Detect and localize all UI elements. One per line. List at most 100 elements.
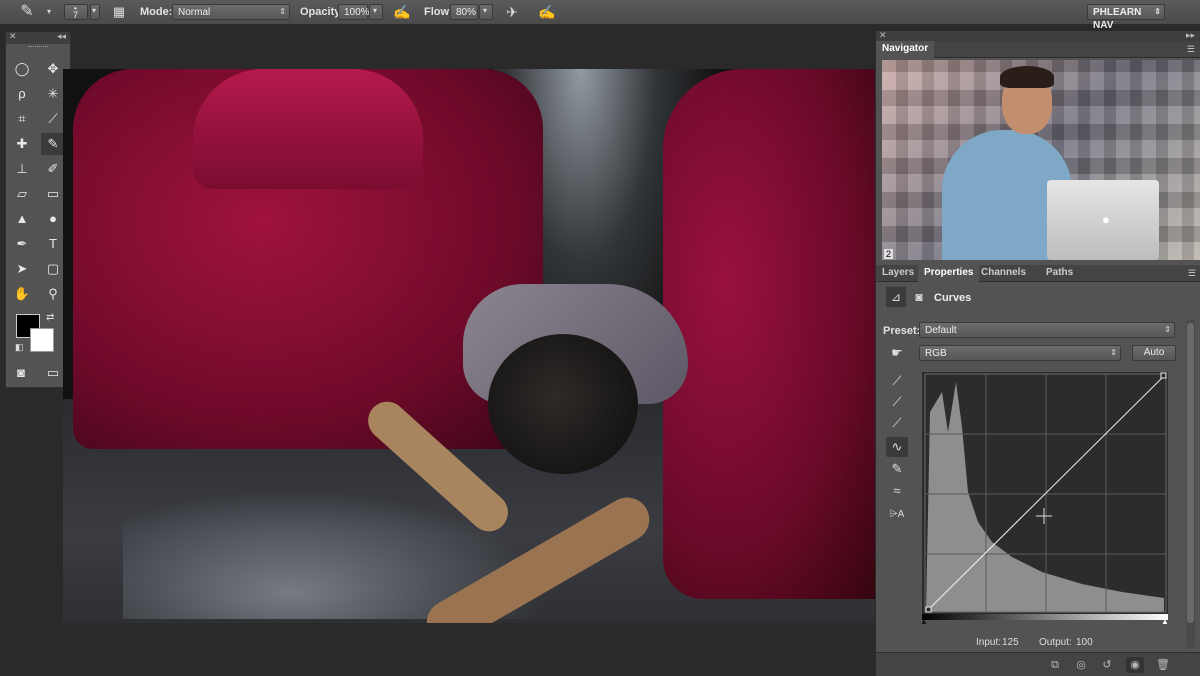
tab-navigator[interactable]: Navigator: [876, 41, 935, 58]
default-colors-icon[interactable]: ◧: [15, 342, 24, 353]
tools-panel-header: ✕ ◂◂: [6, 31, 70, 44]
properties-scrollbar[interactable]: [1186, 319, 1195, 649]
preset-label: Preset:: [883, 325, 921, 337]
curves-adjustment-icon[interactable]: ⊿: [886, 287, 906, 307]
view-previous-icon[interactable]: ◎: [1072, 657, 1090, 673]
brush-preset-icon[interactable]: ✎: [18, 3, 36, 21]
clone-stamp-tool-icon[interactable]: ⊥: [10, 158, 34, 180]
input-label: Input:: [976, 637, 1002, 648]
output-label: Output:: [1039, 637, 1072, 648]
mode-label: Mode:: [140, 6, 173, 18]
curve-edit-points-icon[interactable]: ∿: [886, 437, 908, 457]
swap-colors-icon[interactable]: ⇄: [46, 312, 54, 323]
rectangle-tool-icon[interactable]: ▢: [41, 258, 65, 280]
lasso-tool-icon[interactable]: ρ: [10, 83, 34, 105]
updown-arrows-icon: ⇕: [1154, 7, 1161, 16]
curves-title: Curves: [934, 292, 972, 304]
tab-properties[interactable]: Properties: [918, 265, 980, 282]
panel-grip[interactable]: [28, 46, 48, 48]
workspace-switcher[interactable]: PHLEARN NAV ⇕: [1087, 4, 1165, 31]
smooth-curve-icon[interactable]: ≈: [886, 481, 908, 501]
brush-size-value: 7: [73, 10, 79, 20]
chevron-down-icon[interactable]: ▾: [40, 3, 58, 21]
scrollbar-thumb[interactable]: [1187, 323, 1194, 623]
blur-tool-icon[interactable]: ▲: [10, 208, 34, 230]
black-slider-handle[interactable]: ▲: [920, 617, 928, 626]
crop-tool-icon[interactable]: ⌗: [10, 108, 34, 130]
white-slider-handle[interactable]: ▲: [1161, 617, 1169, 626]
quick-mask-icon[interactable]: ◙: [9, 362, 33, 384]
dodge-tool-icon[interactable]: ●: [41, 208, 65, 230]
pen-tool-icon[interactable]: ✒: [10, 233, 34, 255]
elliptical-marquee-tool-icon[interactable]: ◯: [10, 58, 34, 80]
clipping-warning-icon[interactable]: ⩥A: [886, 505, 908, 525]
brush-size-picker[interactable]: • 7: [64, 4, 88, 20]
preset-select[interactable]: Default ⇕: [919, 322, 1175, 338]
opacity-input[interactable]: 100%: [338, 4, 370, 20]
magic-wand-tool-icon[interactable]: ✳: [41, 83, 65, 105]
close-icon[interactable]: ✕: [9, 31, 17, 42]
pressure-size-icon[interactable]: ✍: [538, 3, 556, 21]
document-canvas[interactable]: [63, 69, 875, 623]
healing-brush-tool-icon[interactable]: ✚: [10, 133, 34, 155]
trash-icon[interactable]: 🗑: [1154, 657, 1172, 673]
pressure-opacity-icon[interactable]: ✍: [393, 3, 411, 21]
panel-menu-icon[interactable]: ☰: [1188, 268, 1196, 279]
pencil-draw-icon[interactable]: ✎: [886, 459, 908, 479]
tab-channels[interactable]: Channels: [975, 265, 1032, 282]
panel-menu-icon[interactable]: ☰: [1187, 44, 1195, 55]
white-point-eyedropper-icon[interactable]: ⟋: [886, 413, 908, 433]
right-panel-dock: ✕ ▸▸ Navigator ☰ ● 2 Layers Properties C…: [875, 30, 1200, 676]
curve-point-black[interactable]: [925, 606, 932, 613]
updown-arrows-icon: ⇕: [279, 7, 286, 16]
curves-graph[interactable]: [922, 372, 1168, 614]
black-point-eyedropper-icon[interactable]: ⟋: [886, 371, 908, 391]
hand-tool-icon[interactable]: ✋: [10, 283, 34, 305]
flow-input[interactable]: 80%: [450, 4, 478, 20]
channel-select[interactable]: RGB ⇕: [919, 345, 1121, 361]
eraser-tool-icon[interactable]: ▱: [10, 183, 34, 205]
move-tool-icon[interactable]: ✥: [41, 58, 65, 80]
brush-panel-toggle-icon[interactable]: ▦: [110, 3, 128, 21]
brush-tool-icon[interactable]: ✎: [41, 133, 65, 155]
clip-to-layer-icon[interactable]: ⧉: [1046, 657, 1064, 673]
history-brush-tool-icon[interactable]: ✐: [41, 158, 65, 180]
targeted-adjustment-icon[interactable]: ☛: [886, 343, 908, 363]
flow-slider-toggle[interactable]: ▾: [479, 4, 493, 20]
options-bar: ✎ ▾ • 7 ▾ ▦ Mode: Normal ⇕ Opacity: 100%…: [0, 0, 1200, 31]
mode-value: Normal: [178, 7, 211, 18]
screen-mode-icon[interactable]: ▭: [41, 362, 65, 384]
zoom-tool-icon[interactable]: ⚲: [41, 283, 65, 305]
opacity-slider-toggle[interactable]: ▾: [369, 4, 383, 20]
path-selection-tool-icon[interactable]: ➤: [10, 258, 34, 280]
auto-button[interactable]: Auto: [1132, 345, 1176, 361]
type-tool-icon[interactable]: T: [41, 233, 65, 255]
tab-paths[interactable]: Paths: [1040, 265, 1079, 282]
collapse-icon[interactable]: ◂◂: [57, 31, 66, 42]
mask-icon[interactable]: ◙: [909, 287, 929, 307]
updown-arrows-icon: ⇕: [1110, 348, 1117, 357]
brush-size-dropdown[interactable]: ▾: [90, 4, 100, 20]
gradient-tool-icon[interactable]: ▭: [41, 183, 65, 205]
properties-bottom-bar: ⧉ ◎ ↺ ◉ 🗑: [876, 652, 1200, 676]
output-gradient-bar: [922, 614, 1168, 620]
mode-select[interactable]: Normal ⇕: [172, 4, 290, 20]
channel-value: RGB: [925, 348, 947, 359]
visibility-eye-icon[interactable]: ◉: [1126, 657, 1144, 673]
background-color-swatch[interactable]: [30, 328, 54, 352]
navigator-zoom[interactable]: 2: [884, 249, 894, 259]
gray-point-eyedropper-icon[interactable]: ⟋: [886, 392, 908, 412]
navigator-thumbnail[interactable]: ● 2: [882, 60, 1200, 260]
close-icon[interactable]: ✕: [879, 30, 887, 41]
opacity-value: 100%: [344, 7, 370, 18]
tab-layers[interactable]: Layers: [876, 265, 920, 282]
boy-head: [488, 334, 638, 474]
right-armchair: [663, 69, 875, 599]
reset-icon[interactable]: ↺: [1098, 657, 1116, 673]
eyedropper-tool-icon[interactable]: ⟋: [41, 108, 65, 130]
airbrush-icon[interactable]: ✈: [503, 3, 521, 21]
curve-point-white[interactable]: [1160, 372, 1167, 379]
tools-panel: ✕ ◂◂ ◯ ✥ ρ ✳ ⌗ ⟋ ✚ ✎ ⊥ ✐ ▱ ▭ ▲ ● ✒ T ➤ ▢ ✋ ⚲ ⇄ ◧ ◙ ▭: [5, 31, 71, 388]
input-value: 125: [1002, 637, 1019, 648]
collapse-icon[interactable]: ▸▸: [1186, 30, 1195, 41]
